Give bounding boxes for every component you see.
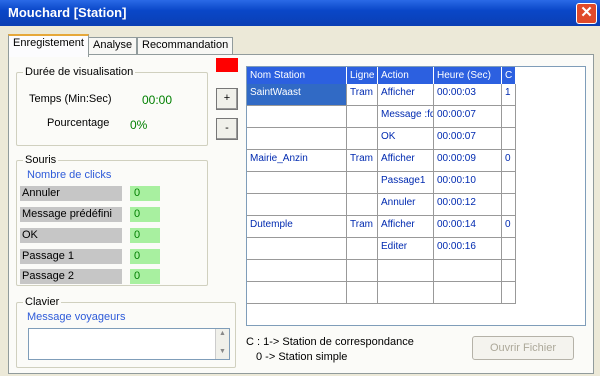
cell-c[interactable] (502, 194, 516, 216)
cell-station[interactable] (247, 106, 347, 128)
cell-heure[interactable]: 00:00:07 (434, 128, 502, 150)
scrollbar[interactable]: ▲ ▼ (215, 329, 229, 359)
clicks-passage2-label: Passage 2 (20, 269, 122, 284)
cell-ligne[interactable] (347, 106, 378, 128)
souris-group: Souris Nombre de clicks (16, 153, 208, 286)
tab-analyse[interactable]: Analyse (88, 37, 138, 55)
cell-action[interactable]: Annuler (378, 194, 434, 216)
duree-title: Durée de visualisation (23, 65, 136, 79)
cell-action[interactable]: Message :fdf (378, 106, 434, 128)
clavier-subtitle: Message voyageurs (27, 311, 126, 323)
souris-title: Souris (23, 153, 59, 167)
cell-heure[interactable]: 00:00:09 (434, 150, 502, 172)
cell-c[interactable]: 0 (502, 216, 516, 238)
cell-c[interactable] (502, 106, 516, 128)
cell-c[interactable] (502, 128, 516, 150)
cell-action[interactable] (378, 282, 434, 304)
col-header-ligne[interactable]: Ligne (347, 67, 378, 84)
cell-station[interactable] (247, 260, 347, 282)
legend-line-2: 0 -> Station simple (256, 351, 348, 363)
tab-recommandation[interactable]: Recommandation (137, 37, 234, 55)
cell-action[interactable]: Afficher (378, 216, 434, 238)
clicks-passage1-value: 0 (130, 249, 160, 264)
cell-ligne[interactable] (347, 172, 378, 194)
cell-c[interactable]: 0 (502, 150, 516, 172)
cell-station[interactable] (247, 172, 347, 194)
col-header-heure[interactable]: Heure (Sec) (434, 67, 502, 84)
cell-heure[interactable]: 00:00:10 (434, 172, 502, 194)
clavier-title: Clavier (23, 295, 62, 309)
window-title: Mouchard [Station] (8, 5, 127, 20)
cell-ligne[interactable]: Tram (347, 216, 378, 238)
plus-button[interactable]: + (216, 88, 238, 110)
scroll-up-icon[interactable]: ▲ (216, 329, 229, 339)
duree-group: Durée de visualisation Temps (Min:Sec) 0… (16, 65, 208, 146)
temps-label: Temps (Min:Sec) (29, 93, 112, 105)
close-button[interactable]: ✕ (576, 3, 597, 24)
cell-ligne[interactable] (347, 238, 378, 260)
clicks-message-label: Message prédéfini (20, 207, 122, 222)
tab-enregistement[interactable]: Enregistement (8, 34, 89, 57)
cell-ligne[interactable]: Tram (347, 84, 378, 106)
cell-station[interactable]: Dutemple (247, 216, 347, 238)
clicks-annuler-label: Annuler (20, 186, 122, 201)
cell-station[interactable]: Mairie_Anzin (247, 150, 347, 172)
cell-heure[interactable]: 00:00:07 (434, 106, 502, 128)
cell-ligne[interactable] (347, 194, 378, 216)
cell-action[interactable]: Passage1 (378, 172, 434, 194)
clicks-message-value: 0 (130, 207, 160, 222)
pourcentage-value: 0% (130, 118, 148, 132)
col-header-c[interactable]: C (502, 67, 516, 84)
clicks-ok-label: OK (20, 228, 122, 243)
cell-ligne[interactable] (347, 260, 378, 282)
message-voyageurs-field[interactable]: ▲ ▼ (28, 328, 230, 360)
cell-c[interactable]: 1 (502, 84, 516, 106)
cell-heure[interactable]: 00:00:12 (434, 194, 502, 216)
minus-button[interactable]: - (216, 118, 238, 140)
cell-c[interactable] (502, 238, 516, 260)
scroll-down-icon[interactable]: ▼ (216, 347, 229, 357)
record-indicator (216, 58, 238, 72)
cell-heure[interactable]: 00:00:14 (434, 216, 502, 238)
cell-heure[interactable] (434, 260, 502, 282)
temps-value: 00:00 (142, 93, 173, 107)
cell-action[interactable]: Afficher (378, 84, 434, 106)
cell-action[interactable] (378, 260, 434, 282)
cell-ligne[interactable] (347, 128, 378, 150)
cell-ligne[interactable] (347, 282, 378, 304)
cell-action[interactable]: OK (378, 128, 434, 150)
cell-c[interactable] (502, 172, 516, 194)
cell-heure[interactable] (434, 282, 502, 304)
cell-heure[interactable]: 00:00:03 (434, 84, 502, 106)
cell-station[interactable] (247, 238, 347, 260)
col-header-action[interactable]: Action (378, 67, 434, 84)
legend-line-1: C : 1-> Station de correspondance (246, 336, 414, 348)
cell-station[interactable] (247, 282, 347, 304)
cell-station[interactable]: SaintWaast (247, 84, 347, 106)
cell-action[interactable]: Afficher (378, 150, 434, 172)
cell-action[interactable]: Editer (378, 238, 434, 260)
cell-station[interactable] (247, 128, 347, 150)
title-bar: Mouchard [Station] ✕ (0, 0, 600, 26)
clicks-passage2-value: 0 (130, 269, 160, 284)
pourcentage-label: Pourcentage (47, 117, 110, 129)
clicks-passage1-label: Passage 1 (20, 249, 122, 264)
souris-subtitle: Nombre de clicks (27, 169, 112, 181)
clicks-annuler-value: 0 (130, 186, 160, 201)
ouvrir-fichier-button[interactable]: Ouvrir Fichier (472, 336, 574, 360)
col-header-station[interactable]: Nom Station (247, 67, 347, 84)
log-table[interactable]: Nom Station Ligne Action Heure (Sec) C S… (246, 66, 586, 326)
cell-station[interactable] (247, 194, 347, 216)
cell-heure[interactable]: 00:00:16 (434, 238, 502, 260)
clicks-ok-value: 0 (130, 228, 160, 243)
cell-c[interactable] (502, 282, 516, 304)
cell-c[interactable] (502, 260, 516, 282)
cell-ligne[interactable]: Tram (347, 150, 378, 172)
